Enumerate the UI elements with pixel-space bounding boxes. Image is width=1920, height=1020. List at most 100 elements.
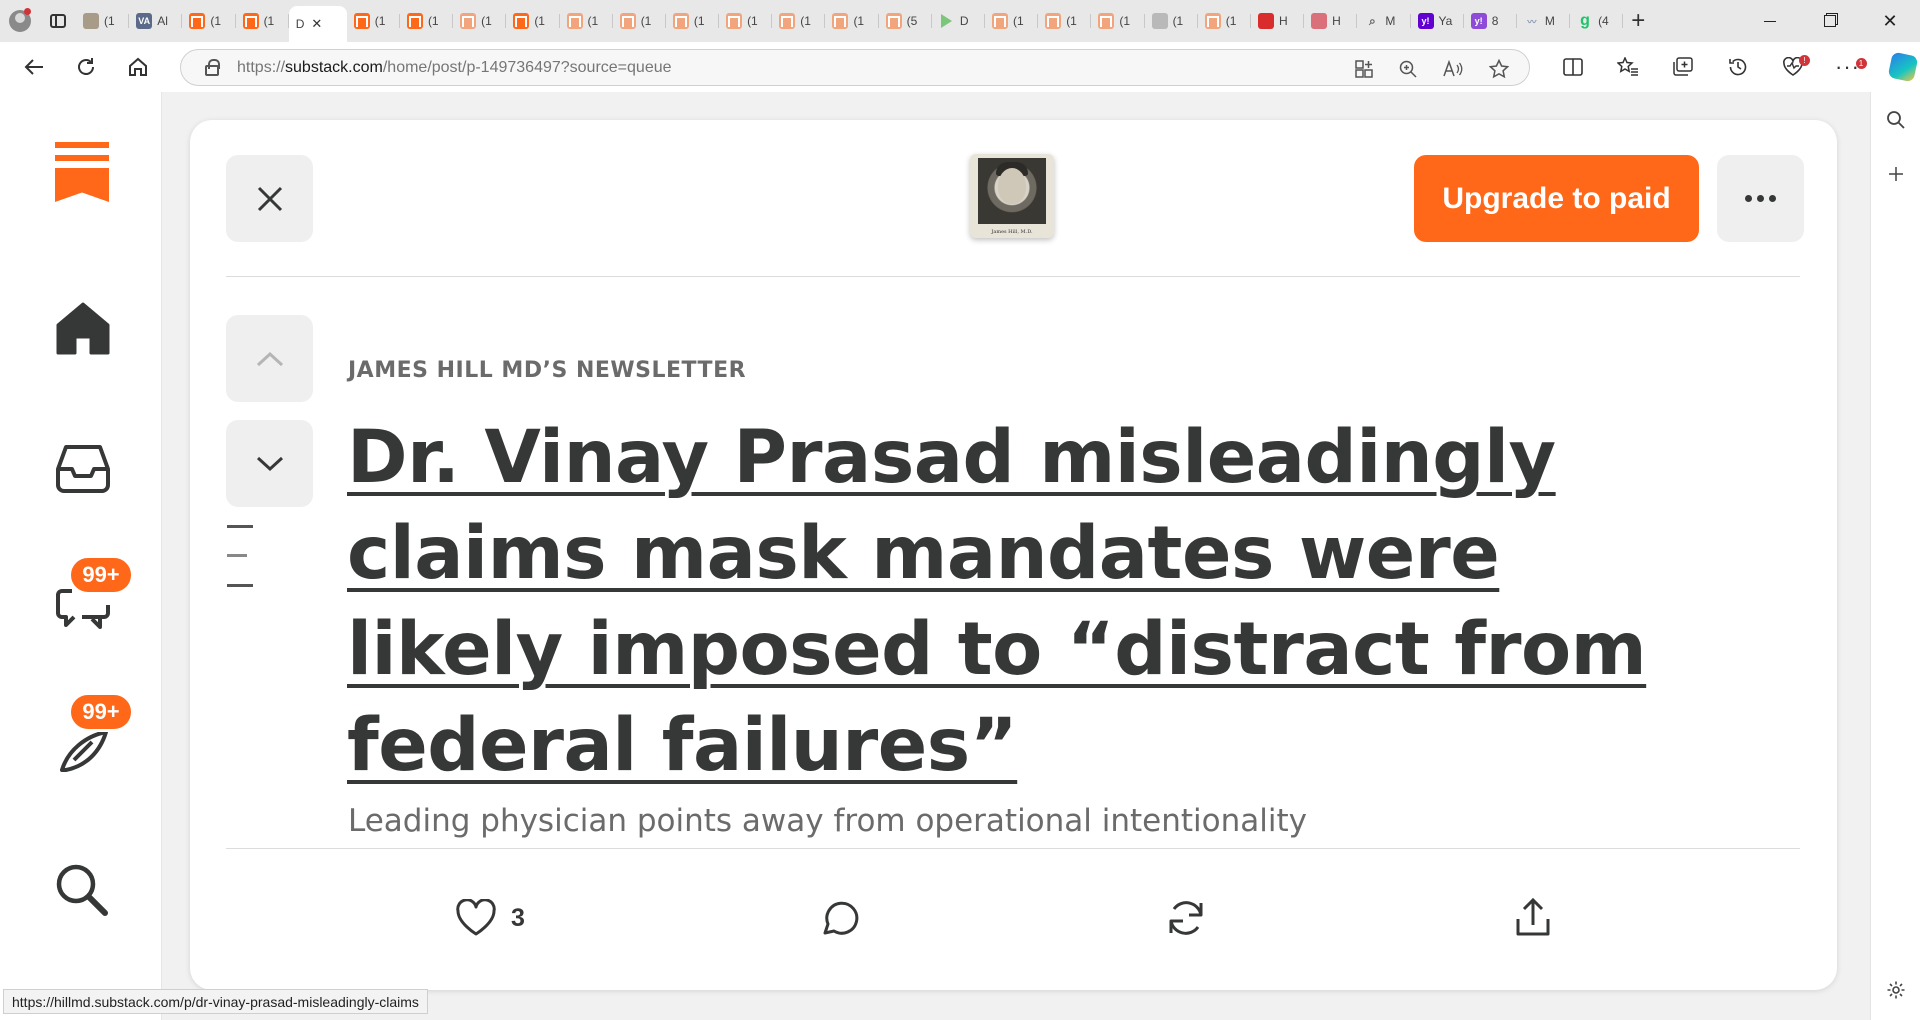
home-button[interactable] (112, 42, 164, 92)
browser-tab-active[interactable]: D ✕ (288, 6, 347, 42)
activity-count-badge: 99+ (68, 692, 134, 732)
sidebar-search-icon[interactable] (1886, 110, 1906, 130)
pink-favicon-icon (1311, 13, 1328, 29)
browser-tab[interactable]: (1 (453, 5, 507, 37)
inbox-nav-icon[interactable] (52, 437, 114, 499)
browser-tab[interactable]: y! 8 (1464, 5, 1517, 37)
heart-icon (456, 899, 496, 936)
post-title[interactable]: Dr. Vinay Prasad misleadingly claims mas… (347, 410, 1687, 794)
tab-title: 8 (1491, 14, 1499, 28)
previous-post-button[interactable] (226, 315, 313, 402)
browser-tab[interactable]: (1 (182, 5, 236, 37)
comment-button[interactable] (817, 893, 859, 943)
tab-title: M (1544, 14, 1555, 28)
browser-tab[interactable]: (1 (666, 5, 720, 37)
new-tab-button[interactable]: + (1623, 5, 1653, 37)
browser-tab[interactable]: ⌕ M (1357, 5, 1411, 37)
gray-favicon-icon (1151, 13, 1168, 29)
sidebar-settings-icon[interactable] (1886, 980, 1906, 1000)
address-bar-actions (1355, 50, 1509, 87)
collections-icon (1672, 57, 1693, 76)
favorites-button[interactable] (1600, 57, 1655, 77)
share-button[interactable] (1513, 893, 1553, 943)
browser-tab[interactable]: (1 (985, 5, 1039, 37)
author-avatar[interactable]: James Hill, M.D. (970, 154, 1054, 238)
home-nav-icon[interactable] (52, 297, 114, 359)
toc-marker[interactable] (227, 584, 253, 587)
tab-title: H (1332, 14, 1341, 28)
browser-tab[interactable]: (1 (772, 5, 826, 37)
restack-button[interactable] (1165, 893, 1207, 943)
browser-tab[interactable]: (5 (879, 5, 932, 37)
settings-more-button[interactable]: ··· 1 (1820, 54, 1875, 80)
favorite-star-icon[interactable] (1489, 58, 1509, 79)
history-icon (1728, 58, 1746, 76)
browser-tab[interactable]: y! Ya (1411, 5, 1464, 37)
app-available-icon[interactable] (1355, 59, 1373, 78)
browser-toolbar: https://substack.com/home/post/p-1497364… (0, 42, 1920, 92)
more-options-button[interactable] (1717, 155, 1804, 242)
back-button[interactable] (8, 42, 60, 92)
substack-logo[interactable] (55, 142, 109, 202)
like-button[interactable]: 3 (455, 893, 525, 943)
minimize-button[interactable] (1740, 0, 1800, 42)
split-screen-icon (1562, 58, 1583, 76)
profile-button[interactable] (0, 0, 40, 42)
substack-faded-favicon-icon (1098, 13, 1115, 29)
toc-marker[interactable] (227, 525, 253, 528)
browser-tab[interactable]: H (1304, 5, 1358, 37)
browser-tab[interactable]: (1 (825, 5, 879, 37)
red-favicon-icon (1257, 13, 1274, 29)
browser-tab[interactable]: H (1251, 5, 1305, 37)
tab-actions-button[interactable] (40, 0, 76, 42)
refresh-button[interactable] (60, 42, 112, 92)
browser-tab[interactable]: (1 (400, 5, 454, 37)
browser-tab[interactable]: (1 (506, 5, 560, 37)
toc-marker[interactable] (227, 554, 247, 557)
tab-title: (1 (104, 14, 115, 28)
browser-tab[interactable]: (1 (613, 5, 666, 37)
sidebar-add-icon[interactable] (1886, 164, 1906, 184)
substack-favicon-icon (406, 13, 423, 29)
substack-faded-favicon-icon (672, 13, 689, 29)
browser-tab[interactable]: (1 (719, 5, 773, 37)
browser-tab[interactable]: (1 (1038, 5, 1092, 37)
zoom-icon[interactable] (1399, 60, 1417, 78)
history-button[interactable] (1710, 56, 1765, 78)
more-dots-icon (1745, 195, 1776, 202)
yahoo-favicon-icon: y! (1417, 13, 1434, 29)
browser-tab[interactable]: (1 (347, 5, 400, 37)
copilot-button[interactable] (1875, 51, 1920, 83)
back-arrow-icon (24, 59, 43, 75)
tab-title: (1 (693, 14, 705, 28)
split-screen-button[interactable] (1545, 58, 1600, 76)
browser-tab[interactable]: (1 (1091, 5, 1145, 37)
tab-actions-icon (50, 14, 66, 28)
browser-tab[interactable]: (1 (1198, 5, 1251, 37)
upgrade-to-paid-button[interactable]: Upgrade to paid (1414, 155, 1699, 242)
close-tab-icon[interactable]: ✕ (311, 16, 322, 32)
browser-tab[interactable]: (1 (76, 5, 130, 37)
substack-faded-favicon-icon (460, 13, 477, 29)
browser-tab[interactable]: (1 (236, 5, 289, 37)
browser-tab[interactable]: VA Al (129, 5, 183, 37)
browser-tab[interactable]: g (4 (1570, 5, 1624, 37)
search-nav-icon[interactable] (52, 860, 114, 922)
browser-essentials-button[interactable]: ! (1765, 55, 1820, 77)
browser-tab[interactable]: (1 (1145, 5, 1198, 37)
close-window-button[interactable]: ✕ (1860, 0, 1920, 42)
browser-tab[interactable]: 〰 M (1517, 5, 1571, 37)
address-bar[interactable]: https://substack.com/home/post/p-1497364… (180, 49, 1530, 86)
yahoo2-favicon-icon: y! (1470, 13, 1487, 29)
next-post-button[interactable] (226, 420, 313, 507)
tab-title: D (959, 14, 969, 28)
browser-tab[interactable]: D (932, 5, 985, 37)
maximize-button[interactable] (1800, 0, 1860, 42)
collections-button[interactable] (1655, 57, 1710, 77)
publication-name[interactable]: JAMES HILL MD’S NEWSLETTER (348, 358, 746, 383)
tab-title: (1 (374, 14, 386, 28)
search-favicon-icon: ⌕ (1368, 13, 1376, 28)
browser-tab[interactable]: (1 (560, 5, 613, 37)
read-aloud-icon[interactable] (1443, 59, 1463, 78)
close-post-button[interactable] (226, 155, 313, 242)
